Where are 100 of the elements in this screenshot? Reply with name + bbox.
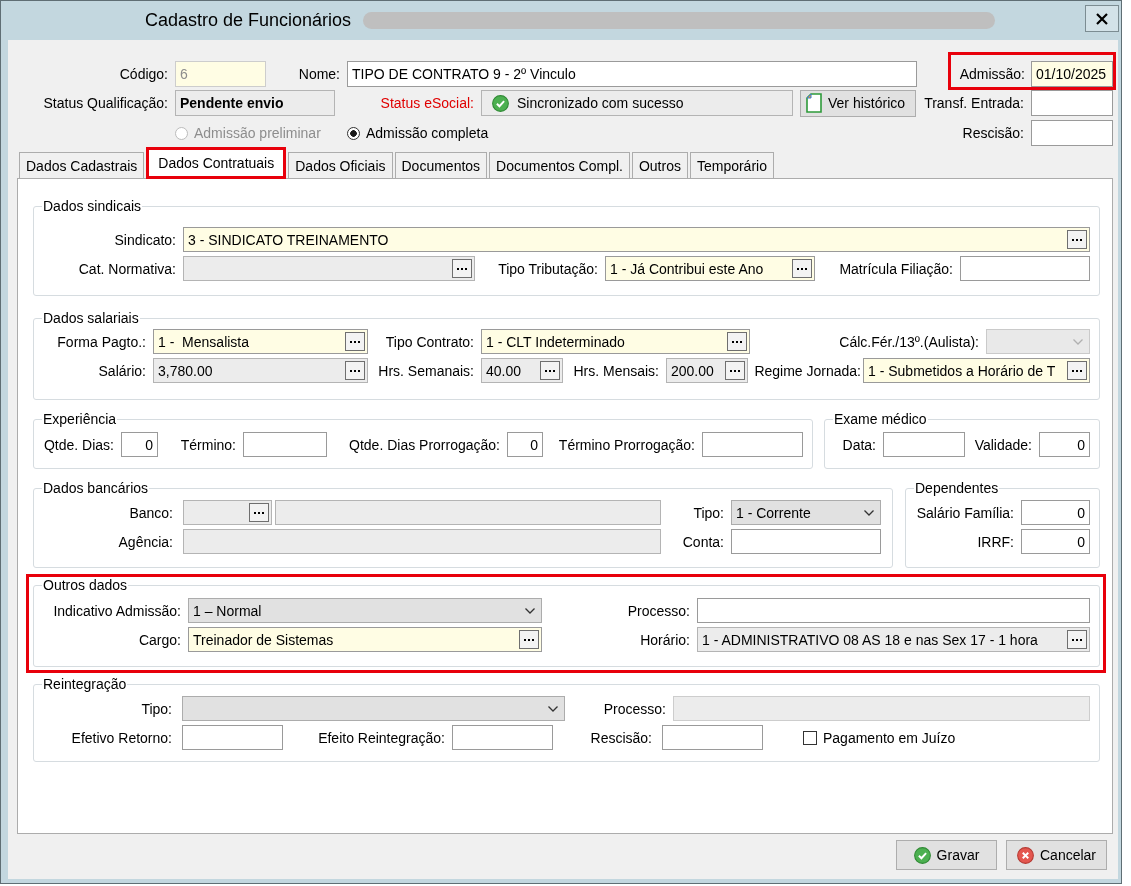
dropdown[interactable]: 1 – Normal bbox=[188, 598, 542, 623]
text-field[interactable]: 0 bbox=[1021, 529, 1090, 554]
text-field[interactable] bbox=[702, 432, 803, 457]
ellipsis-icon bbox=[350, 340, 360, 343]
tab[interactable]: Dados Contratuais bbox=[146, 147, 287, 179]
field-label: Tipo Contrato: bbox=[384, 333, 475, 350]
text-field[interactable]: 0 bbox=[507, 432, 543, 457]
checkbox[interactable] bbox=[803, 730, 817, 745]
check-circle-icon bbox=[913, 846, 931, 864]
cancel-button[interactable]: Cancelar bbox=[1006, 840, 1107, 870]
field-label: Efetivo Retorno: bbox=[70, 729, 173, 746]
field-label: Cat. Normativa: bbox=[77, 260, 177, 277]
text-field[interactable] bbox=[662, 725, 763, 750]
field-label: Matrícula Filiação: bbox=[838, 260, 954, 277]
ellipsis-icon bbox=[1072, 369, 1082, 372]
lookup-field[interactable] bbox=[183, 256, 475, 281]
lookup-field[interactable]: 1 - ADMINISTRATIVO 08 AS 18 e nas Sex 17 - 1 hora bbox=[697, 627, 1090, 652]
field-label: Regime Jornada: bbox=[753, 362, 862, 379]
close-button[interactable] bbox=[1085, 5, 1119, 32]
save-button[interactable]: Gravar bbox=[896, 840, 997, 870]
lookup-button[interactable] bbox=[1067, 230, 1087, 249]
field-label: Término: bbox=[179, 436, 237, 453]
field-label: Sindicato: bbox=[113, 231, 177, 248]
text-field[interactable] bbox=[182, 725, 283, 750]
lookup-field[interactable] bbox=[183, 500, 272, 525]
group-title: Dados bancários bbox=[42, 480, 150, 496]
field-label: Processo: bbox=[626, 602, 691, 619]
lookup-button[interactable] bbox=[1067, 630, 1087, 649]
field-label: Status Qualificação: bbox=[42, 95, 169, 111]
text-field[interactable]: 0 bbox=[1039, 432, 1090, 457]
lookup-button[interactable] bbox=[345, 332, 365, 351]
field-label: Qtde. Dias Prorrogação: bbox=[348, 436, 501, 453]
field-label: Tipo: bbox=[692, 504, 725, 521]
field-label: Processo: bbox=[602, 700, 667, 717]
text-field[interactable] bbox=[731, 529, 881, 554]
field-label: Tipo Tributação: bbox=[497, 260, 599, 277]
text-field[interactable] bbox=[883, 432, 965, 457]
lookup-button[interactable] bbox=[519, 630, 539, 649]
lookup-button[interactable] bbox=[540, 361, 560, 380]
ellipsis-icon bbox=[797, 267, 807, 270]
chevron-down-icon bbox=[1073, 338, 1083, 345]
close-icon bbox=[1096, 12, 1108, 25]
lookup-field[interactable]: 1 - Submetidos a Horário de T bbox=[863, 358, 1090, 383]
text-field[interactable] bbox=[1031, 120, 1113, 146]
text-field[interactable] bbox=[243, 432, 327, 457]
history-button[interactable]: Ver histórico bbox=[800, 89, 916, 117]
tab[interactable]: Outros bbox=[631, 152, 688, 178]
field-label: Cálc.Fér./13º.(Aulista): bbox=[838, 333, 980, 350]
text-field[interactable]: TIPO DE CONTRATO 9 - 2º Vinculo bbox=[347, 61, 917, 87]
lookup-field[interactable]: 1 - CLT Indeterminado bbox=[481, 329, 750, 354]
ellipsis-icon bbox=[1072, 238, 1082, 241]
lookup-button[interactable] bbox=[792, 259, 812, 278]
tab[interactable]: Documentos Compl. bbox=[489, 152, 630, 178]
text-field[interactable] bbox=[1031, 90, 1113, 116]
radio-button[interactable] bbox=[347, 126, 360, 140]
text-field[interactable] bbox=[275, 500, 661, 525]
field-label: Hrs. Semanais: bbox=[377, 362, 475, 379]
lookup-field[interactable]: 3 - SINDICATO TREINAMENTO bbox=[183, 227, 1090, 252]
lookup-field[interactable]: 3,780.00 bbox=[153, 358, 368, 383]
lookup-field[interactable]: 40.00 bbox=[481, 358, 563, 383]
field-label: Término Prorrogação: bbox=[557, 436, 696, 453]
field-label: Salário Família: bbox=[915, 504, 1015, 521]
lookup-field[interactable]: Treinador de Sistemas bbox=[188, 627, 542, 652]
field-label: Efeito Reintegração: bbox=[317, 729, 446, 746]
field-label: Salário: bbox=[97, 362, 147, 379]
lookup-button[interactable] bbox=[1067, 361, 1087, 380]
text-field[interactable]: 0 bbox=[121, 432, 158, 457]
lookup-button[interactable] bbox=[452, 259, 472, 278]
dropdown[interactable]: 1 - Corrente bbox=[731, 500, 881, 525]
lookup-field[interactable]: 1 - Já Contribui este Ano bbox=[605, 256, 815, 281]
field-label: Código: bbox=[118, 66, 169, 82]
tab[interactable]: Documentos bbox=[394, 152, 488, 178]
group-title: Reintegração bbox=[42, 676, 128, 692]
text-field[interactable]: Pendente envio bbox=[175, 90, 335, 116]
tab[interactable]: Dados Oficiais bbox=[288, 152, 393, 178]
text-field[interactable] bbox=[697, 598, 1090, 623]
text-field[interactable] bbox=[960, 256, 1090, 281]
lookup-button[interactable] bbox=[727, 332, 747, 351]
field-label: Banco: bbox=[128, 504, 174, 521]
chevron-down-icon bbox=[525, 607, 535, 614]
text-field[interactable]: 0 bbox=[1021, 500, 1090, 525]
lookup-field[interactable]: 1 - Mensalista bbox=[153, 329, 368, 354]
group-title: Experiência bbox=[42, 411, 118, 427]
lookup-field[interactable]: 200.00 bbox=[666, 358, 748, 383]
field-label: Transf. Entrada: bbox=[923, 95, 1025, 111]
field-label: Status eSocial: bbox=[379, 95, 475, 111]
dropdown[interactable] bbox=[182, 696, 565, 721]
lookup-button[interactable] bbox=[725, 361, 745, 380]
text-field[interactable]: 01/10/2025 bbox=[1031, 61, 1113, 87]
status-field[interactable]: Sincronizado com sucesso bbox=[481, 90, 793, 116]
text-field[interactable] bbox=[183, 529, 661, 554]
ellipsis-icon bbox=[730, 369, 740, 372]
radio-label: Admissão preliminar bbox=[194, 125, 321, 141]
lookup-button[interactable] bbox=[345, 361, 365, 380]
field-label: Agência: bbox=[117, 533, 174, 550]
tab[interactable]: Temporário bbox=[689, 152, 774, 178]
group-title: Dados salariais bbox=[42, 310, 140, 326]
tab[interactable]: Dados Cadastrais bbox=[19, 152, 145, 178]
lookup-button[interactable] bbox=[249, 503, 269, 522]
text-field[interactable] bbox=[452, 725, 553, 750]
